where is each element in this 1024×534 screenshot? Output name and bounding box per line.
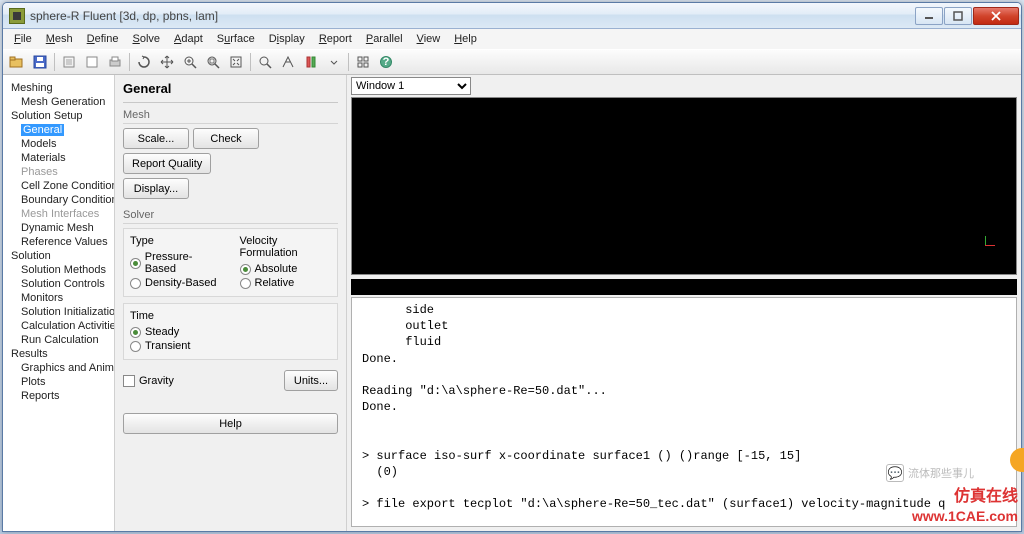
app-icon	[9, 8, 25, 24]
pressure-based-radio[interactable]: Pressure-Based	[130, 250, 222, 276]
dropdown-icon[interactable]	[323, 51, 345, 73]
tree-run-calc[interactable]: Run Calculation	[7, 333, 110, 347]
tree-calc-activities[interactable]: Calculation Activities	[7, 319, 110, 333]
app-window: sphere-R Fluent [3d, dp, pbns, lam] File…	[2, 2, 1022, 532]
density-based-radio[interactable]: Density-Based	[130, 276, 222, 290]
console-output[interactable]: side outlet fluid Done. Reading "d:\a\sp…	[351, 297, 1017, 527]
menu-mesh[interactable]: Mesh	[39, 31, 80, 47]
outline-tree[interactable]: Meshing Mesh Generation Solution Setup G…	[3, 75, 115, 531]
task-panel: General Mesh Scale... Check Report Quali…	[115, 75, 347, 531]
print-icon[interactable]	[104, 51, 126, 73]
display-button[interactable]: Display...	[123, 178, 189, 199]
absolute-radio[interactable]: Absolute	[240, 262, 332, 276]
open-icon[interactable]	[6, 51, 28, 73]
content-area: Meshing Mesh Generation Solution Setup G…	[3, 75, 1021, 531]
window-selector[interactable]: Window 1	[351, 77, 471, 95]
menu-display[interactable]: Display	[262, 31, 312, 47]
menu-report[interactable]: Report	[312, 31, 359, 47]
tree-solution-setup[interactable]: Solution Setup	[7, 109, 110, 123]
maximize-button[interactable]	[944, 7, 972, 25]
svg-text:?: ?	[383, 56, 390, 68]
units-button[interactable]: Units...	[284, 370, 338, 391]
menu-help[interactable]: Help	[447, 31, 484, 47]
help-icon[interactable]: ?	[375, 51, 397, 73]
tree-meshing[interactable]: Meshing	[7, 81, 110, 95]
report-quality-button[interactable]: Report Quality	[123, 153, 211, 174]
tree-models[interactable]: Models	[7, 137, 110, 151]
tool-icon-2[interactable]	[81, 51, 103, 73]
gravity-checkbox[interactable]: Gravity	[123, 375, 174, 387]
titlebar: sphere-R Fluent [3d, dp, pbns, lam]	[3, 3, 1021, 29]
solver-group-label: Solver	[123, 209, 338, 224]
tree-mesh-interfaces[interactable]: Mesh Interfaces	[7, 207, 110, 221]
tree-monitors[interactable]: Monitors	[7, 291, 110, 305]
mesh-group-label: Mesh	[123, 109, 338, 124]
tree-phases[interactable]: Phases	[7, 165, 110, 179]
tree-solution-controls[interactable]: Solution Controls	[7, 277, 110, 291]
viewport-strip	[351, 279, 1017, 295]
velocity-label: Velocity Formulation	[240, 235, 332, 259]
tree-solution[interactable]: Solution	[7, 249, 110, 263]
menu-adapt[interactable]: Adapt	[167, 31, 210, 47]
window-buttons	[915, 7, 1019, 25]
save-icon[interactable]	[29, 51, 51, 73]
tree-reports[interactable]: Reports	[7, 389, 110, 403]
menu-file[interactable]: File	[7, 31, 39, 47]
tree-materials[interactable]: Materials	[7, 151, 110, 165]
main-area: Window 1 side outlet fluid Done. Reading…	[347, 75, 1021, 531]
probe-icon[interactable]	[254, 51, 276, 73]
tree-mesh-generation[interactable]: Mesh Generation	[7, 95, 110, 109]
menu-view[interactable]: View	[410, 31, 448, 47]
help-button[interactable]: Help	[123, 413, 338, 434]
tree-results[interactable]: Results	[7, 347, 110, 361]
steady-radio[interactable]: Steady	[130, 325, 222, 339]
zoom-box-icon[interactable]	[202, 51, 224, 73]
tool-icon-4[interactable]	[300, 51, 322, 73]
menu-define[interactable]: Define	[80, 31, 126, 47]
toolbar: ?	[3, 49, 1021, 75]
tree-dynamic-mesh[interactable]: Dynamic Mesh	[7, 221, 110, 235]
fit-icon[interactable]	[225, 51, 247, 73]
type-label: Type	[130, 235, 222, 247]
pan-icon[interactable]	[156, 51, 178, 73]
check-button[interactable]: Check	[193, 128, 259, 149]
close-button[interactable]	[973, 7, 1019, 25]
tree-cell-zone[interactable]: Cell Zone Conditions	[7, 179, 110, 193]
menu-solve[interactable]: Solve	[125, 31, 167, 47]
time-label: Time	[130, 310, 222, 322]
scale-button[interactable]: Scale...	[123, 128, 189, 149]
zoom-in-icon[interactable]	[179, 51, 201, 73]
rotate-icon[interactable]	[133, 51, 155, 73]
tool-icon-1[interactable]	[58, 51, 80, 73]
tree-plots[interactable]: Plots	[7, 375, 110, 389]
transient-radio[interactable]: Transient	[130, 339, 222, 353]
minimize-button[interactable]	[915, 7, 943, 25]
tree-boundary[interactable]: Boundary Conditions	[7, 193, 110, 207]
menubar: File Mesh Define Solve Adapt Surface Dis…	[3, 29, 1021, 49]
axis-triad-icon	[982, 232, 996, 246]
arrange-icon[interactable]	[352, 51, 374, 73]
tree-solution-methods[interactable]: Solution Methods	[7, 263, 110, 277]
window-title: sphere-R Fluent [3d, dp, pbns, lam]	[30, 9, 915, 23]
tool-icon-3[interactable]	[277, 51, 299, 73]
graphics-viewport[interactable]	[351, 97, 1017, 275]
menu-parallel[interactable]: Parallel	[359, 31, 410, 47]
tree-graphics[interactable]: Graphics and Animations	[7, 361, 110, 375]
task-title: General	[123, 79, 338, 103]
relative-radio[interactable]: Relative	[240, 276, 332, 290]
tree-solution-init[interactable]: Solution Initialization	[7, 305, 110, 319]
menu-surface[interactable]: Surface	[210, 31, 262, 47]
tree-general[interactable]: General	[7, 123, 110, 137]
tree-reference-values[interactable]: Reference Values	[7, 235, 110, 249]
